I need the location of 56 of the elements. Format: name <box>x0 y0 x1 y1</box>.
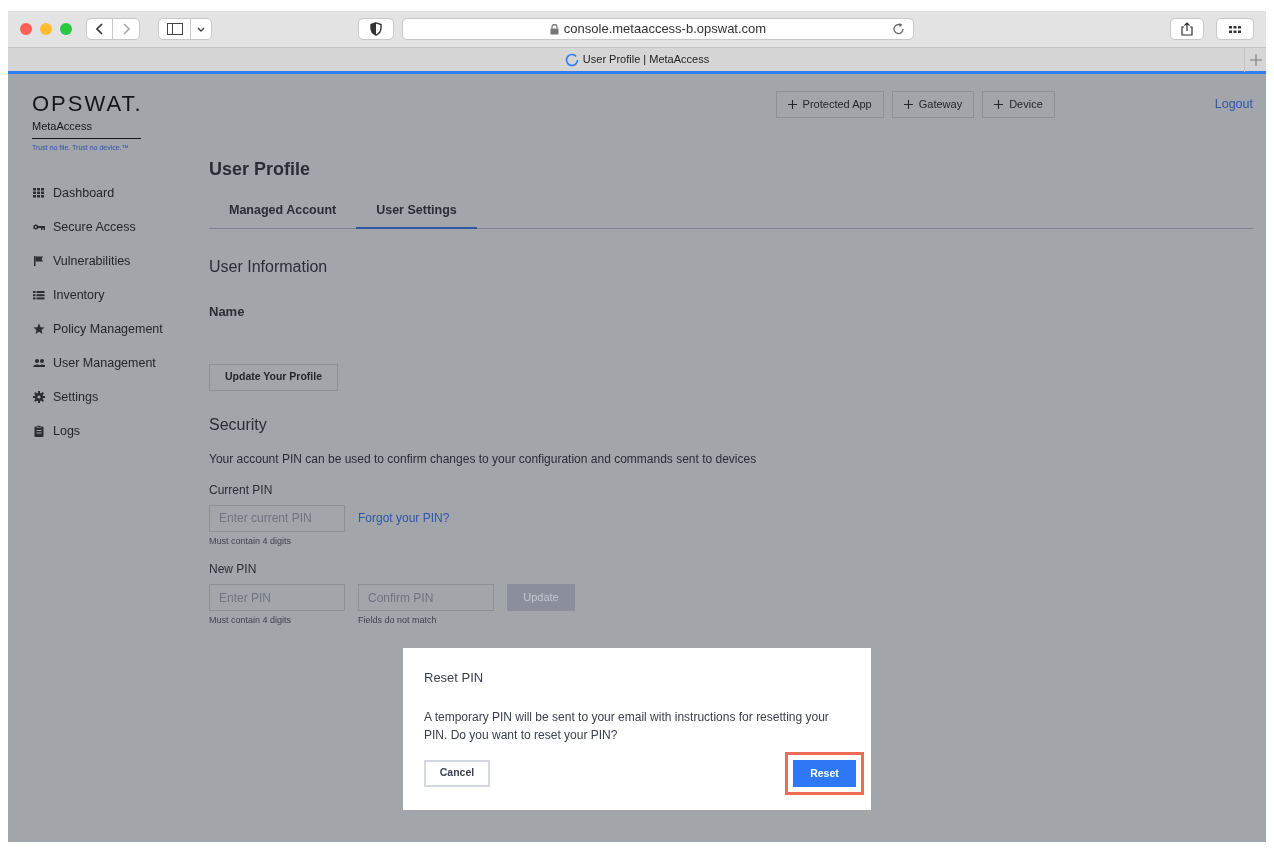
tab-title[interactable]: User Profile | MetaAccess <box>582 51 710 68</box>
privacy-button[interactable] <box>358 18 394 40</box>
clipboard-icon <box>32 425 45 437</box>
sidebar-item[interactable]: Logs <box>32 421 198 441</box>
url-text: console.metaaccess-b.opswat.com <box>563 20 767 39</box>
cancel-button[interactable]: Cancel <box>424 759 490 787</box>
sidebar-item[interactable]: Secure Access <box>32 217 198 237</box>
section-heading: User Information <box>209 257 329 277</box>
plus-icon <box>1249 54 1262 66</box>
sidebar-item[interactable]: Settings <box>32 387 198 407</box>
dialog-title: Reset PIN <box>424 669 485 687</box>
users-icon <box>32 357 45 369</box>
flag-icon <box>32 255 45 267</box>
plus-icon <box>787 99 797 109</box>
add-button[interactable]: Gateway <box>891 90 975 118</box>
sidebar-item[interactable]: Inventory <box>32 285 198 305</box>
sidebar-item[interactable]: Vulnerabilities <box>32 251 198 271</box>
hint-text: Fields do not match <box>358 614 438 627</box>
settings-icon <box>32 391 45 403</box>
dialog-message: A temporary PIN will be sent to your email with instructions for resetting your PIN. Do you want to reset your PIN? <box>424 708 830 744</box>
product-name: MetaAccess <box>32 118 141 139</box>
plus-icon <box>903 99 913 109</box>
description-text: Your account PIN can be used to confirm changes to your configuration and commands sent to devices <box>209 450 758 468</box>
shield-icon <box>370 22 382 36</box>
window-control[interactable] <box>20 23 32 35</box>
section-heading: Security <box>209 414 268 435</box>
reload-icon <box>893 23 905 35</box>
plus-icon <box>994 99 1004 109</box>
lock-icon <box>549 23 559 35</box>
grid-icon <box>1229 25 1241 33</box>
tab-overview-button[interactable] <box>1216 18 1254 40</box>
field-label: New PIN <box>209 561 258 578</box>
update-profile-button[interactable]: Update Your Profile <box>209 363 339 391</box>
reset-button[interactable]: Reset <box>793 759 856 787</box>
share-button[interactable] <box>1170 18 1204 40</box>
list-icon <box>32 289 45 301</box>
add-button[interactable]: Protected App <box>775 90 884 118</box>
address-bar[interactable]: console.metaaccess-b.opswat.com <box>402 18 914 40</box>
sidebar-item[interactable]: Dashboard <box>32 183 198 203</box>
share-icon <box>1181 22 1193 36</box>
sidebar-icon <box>166 23 183 35</box>
field-label: Name <box>209 303 246 321</box>
chevron-icon <box>197 26 205 32</box>
window-control[interactable] <box>60 23 72 35</box>
star-icon <box>32 323 45 335</box>
grid-icon <box>32 187 45 199</box>
sidebar-item[interactable]: Policy Management <box>32 319 198 339</box>
page-title: User Profile <box>209 158 312 180</box>
hint-text: Must contain 4 digits <box>209 614 293 627</box>
sidebar-item[interactable]: User Management <box>32 353 198 373</box>
tab[interactable]: Managed Account <box>209 194 357 229</box>
hint-text: Must contain 4 digits <box>209 534 293 548</box>
add-button[interactable]: Device <box>982 90 1055 118</box>
logo-wordmark: OPSWAT. <box>32 92 144 116</box>
field-label: Current PIN <box>209 481 274 499</box>
tab[interactable]: User Settings <box>356 194 477 229</box>
